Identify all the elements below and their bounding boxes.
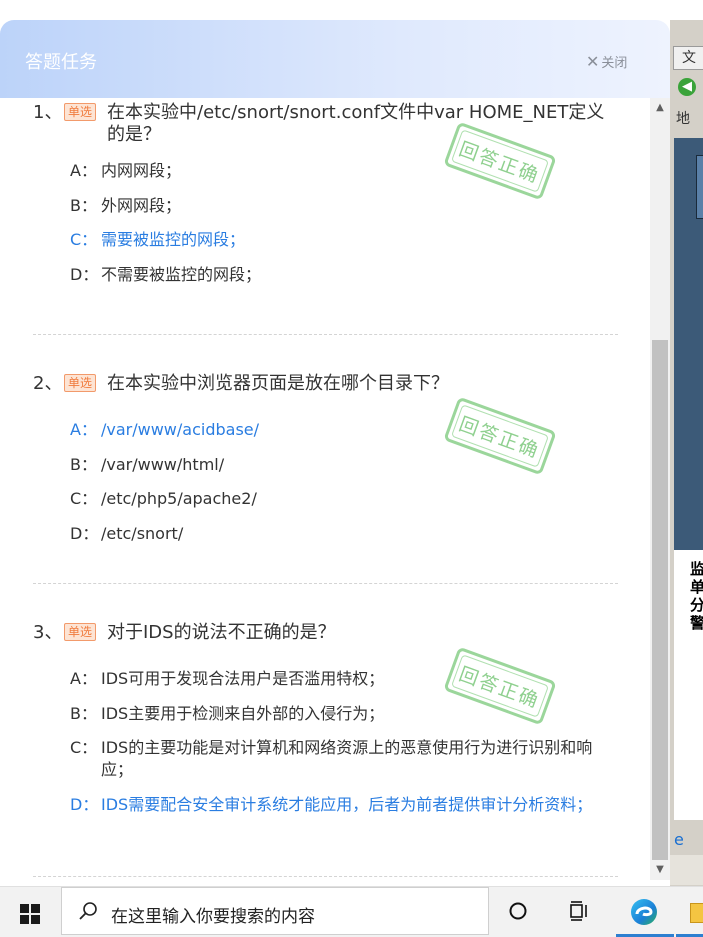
single-choice-badge: 单选 [64, 623, 97, 641]
option-c[interactable]: C： IDS的主要功能是对计算机和网络资源上的恶意使用行为进行识别和响应； [70, 737, 618, 781]
option-letter: D： [70, 523, 99, 543]
option-text: IDS可用于发现合法用户是否滥用特权； [101, 669, 385, 688]
panel-title: 答题任务 [25, 52, 97, 73]
close-icon: ✕ [586, 52, 600, 71]
back-arrow-icon[interactable]: ◀ [678, 78, 696, 96]
single-choice-badge: 单选 [64, 103, 97, 121]
option-text: /var/www/acidbase/ [101, 420, 260, 439]
option-text: 需要被监控的网段； [101, 230, 246, 249]
option-letter: C： [70, 738, 98, 757]
taskbar-search-box[interactable]: 在这里输入你要搜索的内容 [61, 887, 489, 935]
option-c[interactable]: C： 需要被监控的网段； [70, 229, 618, 251]
background-window: 文 ◀ 地 监单分警 e [670, 20, 703, 886]
question-title: 1、 单选 在本实验中/etc/snort/snort.conf文件中var H… [33, 102, 618, 146]
option-text: /etc/snort/ [101, 523, 184, 543]
question-number: 1、 [33, 102, 63, 123]
address-label: 地 [676, 111, 690, 127]
option-text: /var/www/html/ [101, 454, 225, 474]
option-text: 不需要被监控的网段； [101, 264, 262, 284]
divider [33, 876, 618, 877]
question-text: 在本实验中浏览器页面是放在哪个目录下？ [107, 373, 449, 394]
search-placeholder: 在这里输入你要搜索的内容 [111, 907, 315, 927]
option-text: IDS主要用于检测来自外部的入侵行为； [101, 703, 385, 723]
single-choice-badge: 单选 [64, 374, 97, 392]
option-letter: C： [70, 230, 98, 249]
option-text: IDS需要配合安全审计系统才能应用，后者为前者提供审计分析资料； [101, 794, 593, 814]
search-icon [79, 902, 97, 920]
question-1: 1、 单选 在本实验中/etc/snort/snort.conf文件中var H… [33, 102, 618, 298]
option-c[interactable]: C：/etc/php5/apache2/ [70, 488, 618, 510]
inner-pane [696, 155, 703, 219]
question-3: 3、 单选 对于IDS的说法不正确的是？ A： IDS可用于发现合法用户是否滥用特… [33, 622, 618, 828]
menu-file[interactable]: 文 [673, 46, 703, 70]
option-letter: A： [70, 161, 97, 180]
vertical-scrollbar[interactable]: ▲ ▼ [650, 98, 670, 880]
scroll-down-arrow-icon[interactable]: ▼ [650, 860, 670, 880]
option-letter: D： [70, 794, 99, 814]
divider [33, 583, 618, 584]
question-title: 2、 单选 在本实验中浏览器页面是放在哪个目录下？ [33, 373, 618, 395]
edge-icon [631, 899, 657, 925]
start-button[interactable] [0, 887, 60, 937]
option-letter: B： [70, 195, 97, 215]
option-text: IDS的主要功能是对计算机和网络资源上的恶意使用行为进行识别和响应； [101, 738, 593, 779]
windows-logo-icon [20, 904, 40, 924]
status-bar [670, 855, 703, 885]
option-text: /etc/php5/apache2/ [101, 489, 257, 508]
question-title: 3、 单选 对于IDS的说法不正确的是？ [33, 622, 618, 644]
divider [33, 334, 618, 335]
file-explorer-button[interactable] [676, 887, 703, 937]
folder-icon [690, 903, 703, 923]
question-text: 在本实验中/etc/snort/snort.conf文件中var HOME_NE… [107, 102, 605, 145]
close-label: 关闭 [601, 56, 628, 71]
option-d[interactable]: D： IDS需要配合安全审计系统才能应用，后者为前者提供审计分析资料； [70, 794, 618, 816]
quiz-panel: 答题任务 ✕ 关闭 1、 单选 在本实验中/etc/snort/snort.con… [0, 20, 670, 886]
close-button[interactable]: ✕ 关闭 [586, 52, 627, 71]
option-d[interactable]: D：/etc/snort/ [70, 523, 618, 545]
option-letter: A： [70, 669, 97, 688]
scroll-up-arrow-icon[interactable]: ▲ [650, 98, 670, 118]
edge-browser-button[interactable] [616, 887, 674, 937]
side-text: 监单分警 [690, 560, 703, 632]
scrollbar-thumb[interactable] [652, 340, 668, 860]
question-number: 3、 [33, 622, 63, 643]
panel-header: 答题任务 ✕ 关闭 [0, 20, 670, 98]
taskbar: 在这里输入你要搜索的内容 [0, 886, 703, 937]
question-text: 对于IDS的说法不正确的是？ [107, 622, 336, 643]
option-letter: B： [70, 703, 97, 723]
task-view-icon[interactable] [568, 901, 590, 921]
option-text: 外网网段； [101, 195, 182, 215]
option-letter: D： [70, 264, 99, 284]
option-d[interactable]: D： 不需要被监控的网段； [70, 264, 618, 286]
option-letter: A： [70, 420, 97, 439]
question-list[interactable]: 1、 单选 在本实验中/etc/snort/snort.conf文件中var H… [0, 98, 650, 886]
ie-icon[interactable]: e [674, 830, 684, 849]
option-text: 内网网段； [101, 161, 182, 180]
option-letter: B： [70, 454, 97, 474]
cortana-icon[interactable] [508, 901, 528, 921]
option-letter: C： [70, 489, 98, 508]
question-number: 2、 [33, 373, 63, 394]
